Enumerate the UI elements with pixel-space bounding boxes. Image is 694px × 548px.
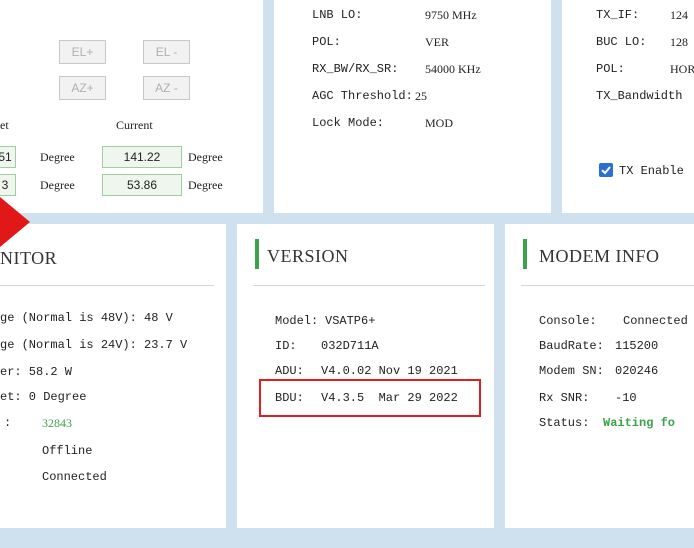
version-accent-bar: [255, 239, 259, 269]
agc-threshold-label: AGC Threshold:: [312, 89, 413, 103]
el-minus-button[interactable]: EL -: [143, 40, 190, 64]
adu-value: V4.0.02 Nov 19 2021: [321, 364, 458, 378]
modem-info-title: MODEM INFO: [539, 246, 660, 266]
version-divider: [253, 285, 485, 286]
tx-enable-label: TX Enable: [619, 164, 684, 178]
bdu-highlight-box: [259, 379, 481, 417]
target-el-unit: Degree: [40, 150, 75, 164]
monitor-divider: [0, 285, 214, 286]
target-el-field[interactable]: 51: [0, 146, 16, 168]
id-label: ID:: [275, 339, 297, 353]
tx-pol-label: POL:: [596, 62, 625, 76]
target-column-header: et: [0, 118, 9, 132]
model-value: VSATP6+: [325, 314, 376, 328]
model-label: Model:: [275, 314, 319, 328]
lnb-lo-label: LNB LO:: [312, 8, 363, 22]
current-el-unit: Degree: [188, 150, 223, 164]
modem-sn-label: Modem SN:: [539, 364, 604, 378]
az-plus-button[interactable]: AZ+: [59, 76, 106, 100]
agc-threshold-value: 25: [415, 89, 427, 103]
id-value: 032D711A: [321, 339, 379, 353]
current-el-field: 141.22: [102, 146, 182, 168]
target-az-field[interactable]: 3: [0, 174, 16, 196]
antenna-panel: EL+ EL - AZ+ AZ - et Current 51 Degree 1…: [0, 0, 263, 213]
tx-if-label: TX_IF:: [596, 8, 640, 22]
checkmark-icon: [601, 166, 611, 175]
lnb-lo-value: 9750 MHz: [425, 8, 477, 22]
tx-bandwidth-label: TX_Bandwidth: [596, 89, 683, 103]
version-title: VERSION: [267, 246, 349, 266]
monitor-line-power: er: 58.2 W: [0, 365, 73, 379]
buc-lo-value: 128: [670, 35, 688, 49]
rx-snr-label: Rx SNR:: [539, 391, 590, 405]
tx-pol-value: HOR: [670, 62, 694, 76]
az-minus-button[interactable]: AZ -: [143, 76, 190, 100]
rx-bw-label: RX_BW/RX_SR:: [312, 62, 399, 76]
lock-mode-value: MOD: [425, 116, 454, 130]
rx-snr-value: -10: [615, 391, 637, 405]
modem-info-panel: MODEM INFO Console: Connected BaudRate: …: [505, 224, 694, 528]
rx-bw-value: 54000 KHz: [425, 62, 481, 76]
monitor-line-voltage-24: ge (Normal is 24V): 23.7 V: [0, 338, 188, 352]
modem-accent-bar: [523, 239, 527, 269]
baudrate-label: BaudRate:: [539, 339, 604, 353]
modem-sn-value: 020246: [615, 364, 659, 378]
rx-pol-value: VER: [425, 35, 449, 49]
rx-pol-label: POL:: [312, 35, 341, 49]
status-label: Status:: [539, 416, 590, 430]
console-value: Connected: [623, 314, 688, 328]
monitor-line-offset: et: 0 Degree: [0, 390, 87, 404]
console-label: Console:: [539, 314, 597, 328]
adu-label: ADU:: [275, 364, 304, 378]
monitor-colon: :: [4, 416, 12, 430]
tx-settings-panel: TX_IF: 124 BUC LO: 128 POL: HOR TX_Bandw…: [562, 0, 694, 213]
monitor-panel: NITOR ge (Normal is 48V): 48 V ge (Norma…: [0, 224, 226, 528]
target-az-unit: Degree: [40, 178, 75, 192]
monitor-title: NITOR: [0, 248, 58, 268]
monitor-offline: Offline: [42, 444, 93, 458]
rx-settings-panel: LNB LO: 9750 MHz POL: VER RX_BW/RX_SR: 5…: [274, 0, 551, 213]
baudrate-value: 115200: [615, 339, 659, 353]
monitor-value-green: 32843: [42, 416, 72, 430]
monitor-line-voltage-48: ge (Normal is 48V): 48 V: [0, 311, 173, 325]
version-panel: VERSION Model: VSATP6+ ID: 032D711A ADU:…: [237, 224, 494, 528]
modem-divider: [521, 285, 694, 286]
tx-if-value: 124: [670, 8, 688, 22]
current-column-header: Current: [116, 118, 153, 132]
current-az-unit: Degree: [188, 178, 223, 192]
tx-enable-checkbox[interactable]: [599, 163, 613, 177]
current-az-field: 53.86: [102, 174, 182, 196]
pointer-arrow-icon: [0, 197, 30, 247]
lock-mode-label: Lock Mode:: [312, 116, 385, 130]
buc-lo-label: BUC LO:: [596, 35, 647, 49]
monitor-connected: Connected: [42, 470, 107, 484]
el-plus-button[interactable]: EL+: [59, 40, 106, 64]
status-value: Waiting fo: [603, 416, 676, 430]
